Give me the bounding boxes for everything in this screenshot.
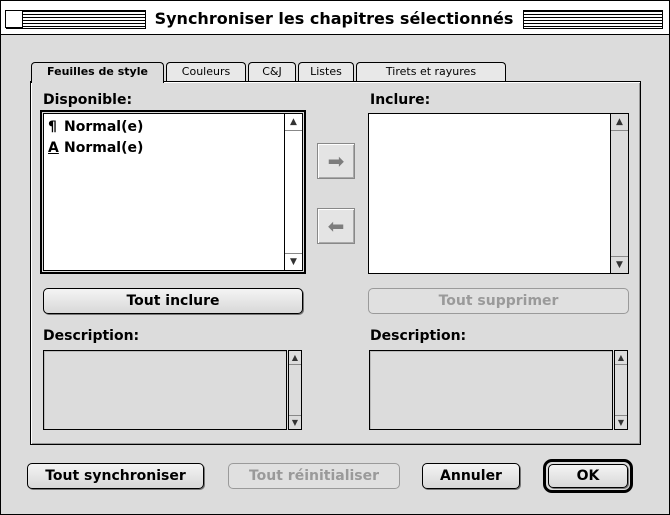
scroll-down-icon[interactable]: ▼ [611, 256, 628, 273]
description-box-right [369, 350, 613, 430]
close-box[interactable] [5, 10, 23, 28]
list-item[interactable]: ¶ Normal(e) [48, 117, 143, 138]
scroll-down-icon[interactable]: ▼ [285, 253, 302, 270]
remove-all-button[interactable]: Tout supprimer [368, 288, 629, 314]
list-item[interactable]: A Normal(e) [48, 138, 143, 159]
cancel-button[interactable]: Annuler [422, 463, 520, 489]
include-scrollbar[interactable]: ▲ ▼ [610, 114, 628, 273]
tab-feuilles-de-style[interactable]: Feuilles de style [31, 62, 164, 83]
ok-button[interactable]: OK [548, 464, 628, 488]
description-label-right: Description: [370, 328, 467, 344]
description-box-left [43, 350, 287, 430]
scroll-down-icon[interactable]: ▼ [615, 415, 627, 429]
title-stripes-right [523, 10, 663, 29]
add-arrow-button[interactable]: ➡ [317, 143, 355, 179]
scroll-up-icon[interactable]: ▲ [289, 351, 301, 365]
include-label: Inclure: [370, 92, 431, 108]
scroll-up-icon[interactable]: ▲ [615, 351, 627, 365]
tab-couleurs[interactable]: Couleurs [166, 62, 246, 82]
tab-tirets-et-rayures[interactable]: Tirets et rayures [356, 62, 506, 82]
list-item-label: Normal(e) [64, 140, 144, 156]
available-list[interactable]: ¶ Normal(e) A Normal(e) ▲ ▼ [43, 113, 303, 271]
description-scrollbar-right[interactable]: ▲ ▼ [614, 350, 628, 430]
available-label: Disponible: [43, 92, 133, 108]
title-bar[interactable]: Synchroniser les chapitres sélectionnés [1, 1, 669, 35]
description-scrollbar-left[interactable]: ▲ ▼ [288, 350, 302, 430]
sync-chapters-dialog: Synchroniser les chapitres sélectionnés … [0, 0, 670, 515]
include-list[interactable]: ▲ ▼ [368, 113, 629, 274]
sync-all-button[interactable]: Tout synchroniser [27, 463, 204, 489]
scroll-up-icon[interactable]: ▲ [285, 114, 302, 131]
arrow-right-icon: ➡ [327, 149, 345, 173]
description-label-left: Description: [43, 328, 140, 344]
available-scrollbar[interactable]: ▲ ▼ [284, 114, 302, 270]
include-all-button[interactable]: Tout inclure [43, 288, 303, 314]
scroll-down-icon[interactable]: ▼ [289, 415, 301, 429]
arrow-left-icon: ⬅ [327, 214, 345, 238]
window-title: Synchroniser les chapitres sélectionnés [149, 8, 519, 30]
tab-listes[interactable]: Listes [298, 62, 354, 82]
character-style-icon: A [48, 140, 59, 156]
tab-cj[interactable]: C&J [248, 62, 296, 82]
scroll-up-icon[interactable]: ▲ [611, 114, 628, 131]
list-item-label: Normal(e) [64, 119, 144, 135]
remove-arrow-button[interactable]: ⬅ [317, 208, 355, 244]
title-stripes-left [6, 10, 146, 29]
paragraph-style-icon: ¶ [48, 119, 57, 135]
reset-all-button[interactable]: Tout réinitialiser [228, 463, 400, 489]
